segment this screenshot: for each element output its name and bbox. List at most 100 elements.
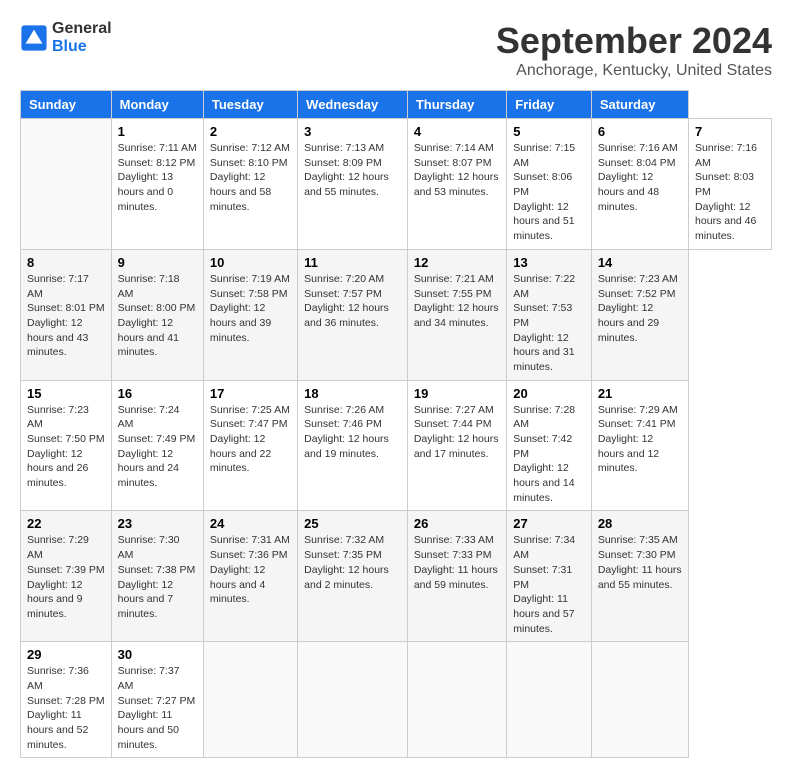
day-info: Sunrise: 7:17 AMSunset: 8:01 PMDaylight:…	[27, 273, 105, 358]
day-number: 4	[414, 124, 500, 139]
location-subtitle: Anchorage, Kentucky, United States	[496, 62, 772, 80]
calendar-cell: 16 Sunrise: 7:24 AMSunset: 7:49 PMDaylig…	[111, 380, 203, 511]
calendar-cell: 27 Sunrise: 7:34 AMSunset: 7:31 PMDaylig…	[507, 511, 592, 642]
calendar-cell: 22 Sunrise: 7:29 AMSunset: 7:39 PMDaylig…	[21, 511, 112, 642]
day-number: 29	[27, 647, 105, 662]
calendar-week-row: 1 Sunrise: 7:11 AMSunset: 8:12 PMDayligh…	[21, 119, 772, 250]
weekday-header-monday: Monday	[111, 91, 203, 119]
calendar-cell: 5 Sunrise: 7:15 AMSunset: 8:06 PMDayligh…	[507, 119, 592, 250]
day-info: Sunrise: 7:34 AMSunset: 7:31 PMDaylight:…	[513, 534, 575, 634]
day-info: Sunrise: 7:13 AMSunset: 8:09 PMDaylight:…	[304, 142, 389, 198]
day-info: Sunrise: 7:26 AMSunset: 7:46 PMDaylight:…	[304, 404, 389, 460]
day-number: 5	[513, 124, 585, 139]
day-info: Sunrise: 7:29 AMSunset: 7:41 PMDaylight:…	[598, 404, 678, 475]
day-number: 10	[210, 255, 291, 270]
day-info: Sunrise: 7:20 AMSunset: 7:57 PMDaylight:…	[304, 273, 389, 329]
day-info: Sunrise: 7:16 AMSunset: 8:03 PMDaylight:…	[695, 142, 757, 242]
calendar-cell: 14 Sunrise: 7:23 AMSunset: 7:52 PMDaylig…	[591, 249, 688, 380]
day-info: Sunrise: 7:23 AMSunset: 7:52 PMDaylight:…	[598, 273, 678, 344]
day-number: 13	[513, 255, 585, 270]
calendar-cell: 12 Sunrise: 7:21 AMSunset: 7:55 PMDaylig…	[407, 249, 506, 380]
day-info: Sunrise: 7:29 AMSunset: 7:39 PMDaylight:…	[27, 534, 105, 619]
day-info: Sunrise: 7:31 AMSunset: 7:36 PMDaylight:…	[210, 534, 290, 605]
weekday-header-wednesday: Wednesday	[298, 91, 408, 119]
weekday-header-friday: Friday	[507, 91, 592, 119]
day-info: Sunrise: 7:19 AMSunset: 7:58 PMDaylight:…	[210, 273, 290, 344]
weekday-header-sunday: Sunday	[21, 91, 112, 119]
day-info: Sunrise: 7:27 AMSunset: 7:44 PMDaylight:…	[414, 404, 499, 460]
day-number: 16	[118, 386, 197, 401]
day-number: 30	[118, 647, 197, 662]
calendar-cell: 15 Sunrise: 7:23 AMSunset: 7:50 PMDaylig…	[21, 380, 112, 511]
day-info: Sunrise: 7:11 AMSunset: 8:12 PMDaylight:…	[118, 142, 197, 213]
day-info: Sunrise: 7:18 AMSunset: 8:00 PMDaylight:…	[118, 273, 196, 358]
day-number: 19	[414, 386, 500, 401]
day-number: 26	[414, 516, 500, 531]
day-number: 6	[598, 124, 682, 139]
day-number: 28	[598, 516, 682, 531]
day-number: 14	[598, 255, 682, 270]
calendar-week-row: 22 Sunrise: 7:29 AMSunset: 7:39 PMDaylig…	[21, 511, 772, 642]
day-info: Sunrise: 7:37 AMSunset: 7:27 PMDaylight:…	[118, 665, 196, 750]
calendar-cell: 26 Sunrise: 7:33 AMSunset: 7:33 PMDaylig…	[407, 511, 506, 642]
calendar-week-row: 29 Sunrise: 7:36 AMSunset: 7:28 PMDaylig…	[21, 642, 772, 758]
day-number: 7	[695, 124, 765, 139]
day-info: Sunrise: 7:35 AMSunset: 7:30 PMDaylight:…	[598, 534, 682, 590]
calendar-cell: 19 Sunrise: 7:27 AMSunset: 7:44 PMDaylig…	[407, 380, 506, 511]
calendar-cell: 24 Sunrise: 7:31 AMSunset: 7:36 PMDaylig…	[203, 511, 297, 642]
day-number: 9	[118, 255, 197, 270]
calendar-week-row: 8 Sunrise: 7:17 AMSunset: 8:01 PMDayligh…	[21, 249, 772, 380]
day-number: 1	[118, 124, 197, 139]
day-number: 20	[513, 386, 585, 401]
day-number: 17	[210, 386, 291, 401]
page-header: General Blue September 2024 Anchorage, K…	[20, 20, 772, 80]
calendar-cell: 23 Sunrise: 7:30 AMSunset: 7:38 PMDaylig…	[111, 511, 203, 642]
calendar-cell: 29 Sunrise: 7:36 AMSunset: 7:28 PMDaylig…	[21, 642, 112, 758]
day-info: Sunrise: 7:23 AMSunset: 7:50 PMDaylight:…	[27, 404, 105, 489]
calendar-cell: 30 Sunrise: 7:37 AMSunset: 7:27 PMDaylig…	[111, 642, 203, 758]
calendar-cell	[21, 119, 112, 250]
calendar-cell: 6 Sunrise: 7:16 AMSunset: 8:04 PMDayligh…	[591, 119, 688, 250]
month-title: September 2024	[496, 20, 772, 62]
day-number: 11	[304, 255, 401, 270]
day-info: Sunrise: 7:24 AMSunset: 7:49 PMDaylight:…	[118, 404, 196, 489]
calendar-cell: 13 Sunrise: 7:22 AMSunset: 7:53 PMDaylig…	[507, 249, 592, 380]
day-number: 27	[513, 516, 585, 531]
day-number: 24	[210, 516, 291, 531]
weekday-header-thursday: Thursday	[407, 91, 506, 119]
calendar-cell: 4 Sunrise: 7:14 AMSunset: 8:07 PMDayligh…	[407, 119, 506, 250]
calendar-cell	[203, 642, 297, 758]
day-number: 8	[27, 255, 105, 270]
calendar-cell	[591, 642, 688, 758]
day-info: Sunrise: 7:28 AMSunset: 7:42 PMDaylight:…	[513, 404, 575, 504]
logo: General Blue	[20, 20, 112, 55]
day-number: 2	[210, 124, 291, 139]
calendar-cell	[407, 642, 506, 758]
calendar-cell: 28 Sunrise: 7:35 AMSunset: 7:30 PMDaylig…	[591, 511, 688, 642]
weekday-header-tuesday: Tuesday	[203, 91, 297, 119]
day-number: 15	[27, 386, 105, 401]
day-number: 12	[414, 255, 500, 270]
calendar-header-row: SundayMondayTuesdayWednesdayThursdayFrid…	[21, 91, 772, 119]
day-info: Sunrise: 7:33 AMSunset: 7:33 PMDaylight:…	[414, 534, 498, 590]
weekday-header-saturday: Saturday	[591, 91, 688, 119]
calendar-cell: 21 Sunrise: 7:29 AMSunset: 7:41 PMDaylig…	[591, 380, 688, 511]
calendar-cell: 2 Sunrise: 7:12 AMSunset: 8:10 PMDayligh…	[203, 119, 297, 250]
calendar-cell: 3 Sunrise: 7:13 AMSunset: 8:09 PMDayligh…	[298, 119, 408, 250]
day-info: Sunrise: 7:25 AMSunset: 7:47 PMDaylight:…	[210, 404, 290, 475]
calendar-cell: 8 Sunrise: 7:17 AMSunset: 8:01 PMDayligh…	[21, 249, 112, 380]
day-number: 3	[304, 124, 401, 139]
day-info: Sunrise: 7:15 AMSunset: 8:06 PMDaylight:…	[513, 142, 575, 242]
day-number: 23	[118, 516, 197, 531]
day-number: 18	[304, 386, 401, 401]
calendar-table: SundayMondayTuesdayWednesdayThursdayFrid…	[20, 90, 772, 758]
day-number: 25	[304, 516, 401, 531]
day-info: Sunrise: 7:12 AMSunset: 8:10 PMDaylight:…	[210, 142, 290, 213]
calendar-cell: 20 Sunrise: 7:28 AMSunset: 7:42 PMDaylig…	[507, 380, 592, 511]
logo-icon	[20, 24, 48, 52]
day-info: Sunrise: 7:32 AMSunset: 7:35 PMDaylight:…	[304, 534, 389, 590]
calendar-cell: 11 Sunrise: 7:20 AMSunset: 7:57 PMDaylig…	[298, 249, 408, 380]
calendar-cell: 25 Sunrise: 7:32 AMSunset: 7:35 PMDaylig…	[298, 511, 408, 642]
day-info: Sunrise: 7:22 AMSunset: 7:53 PMDaylight:…	[513, 273, 575, 373]
day-number: 22	[27, 516, 105, 531]
